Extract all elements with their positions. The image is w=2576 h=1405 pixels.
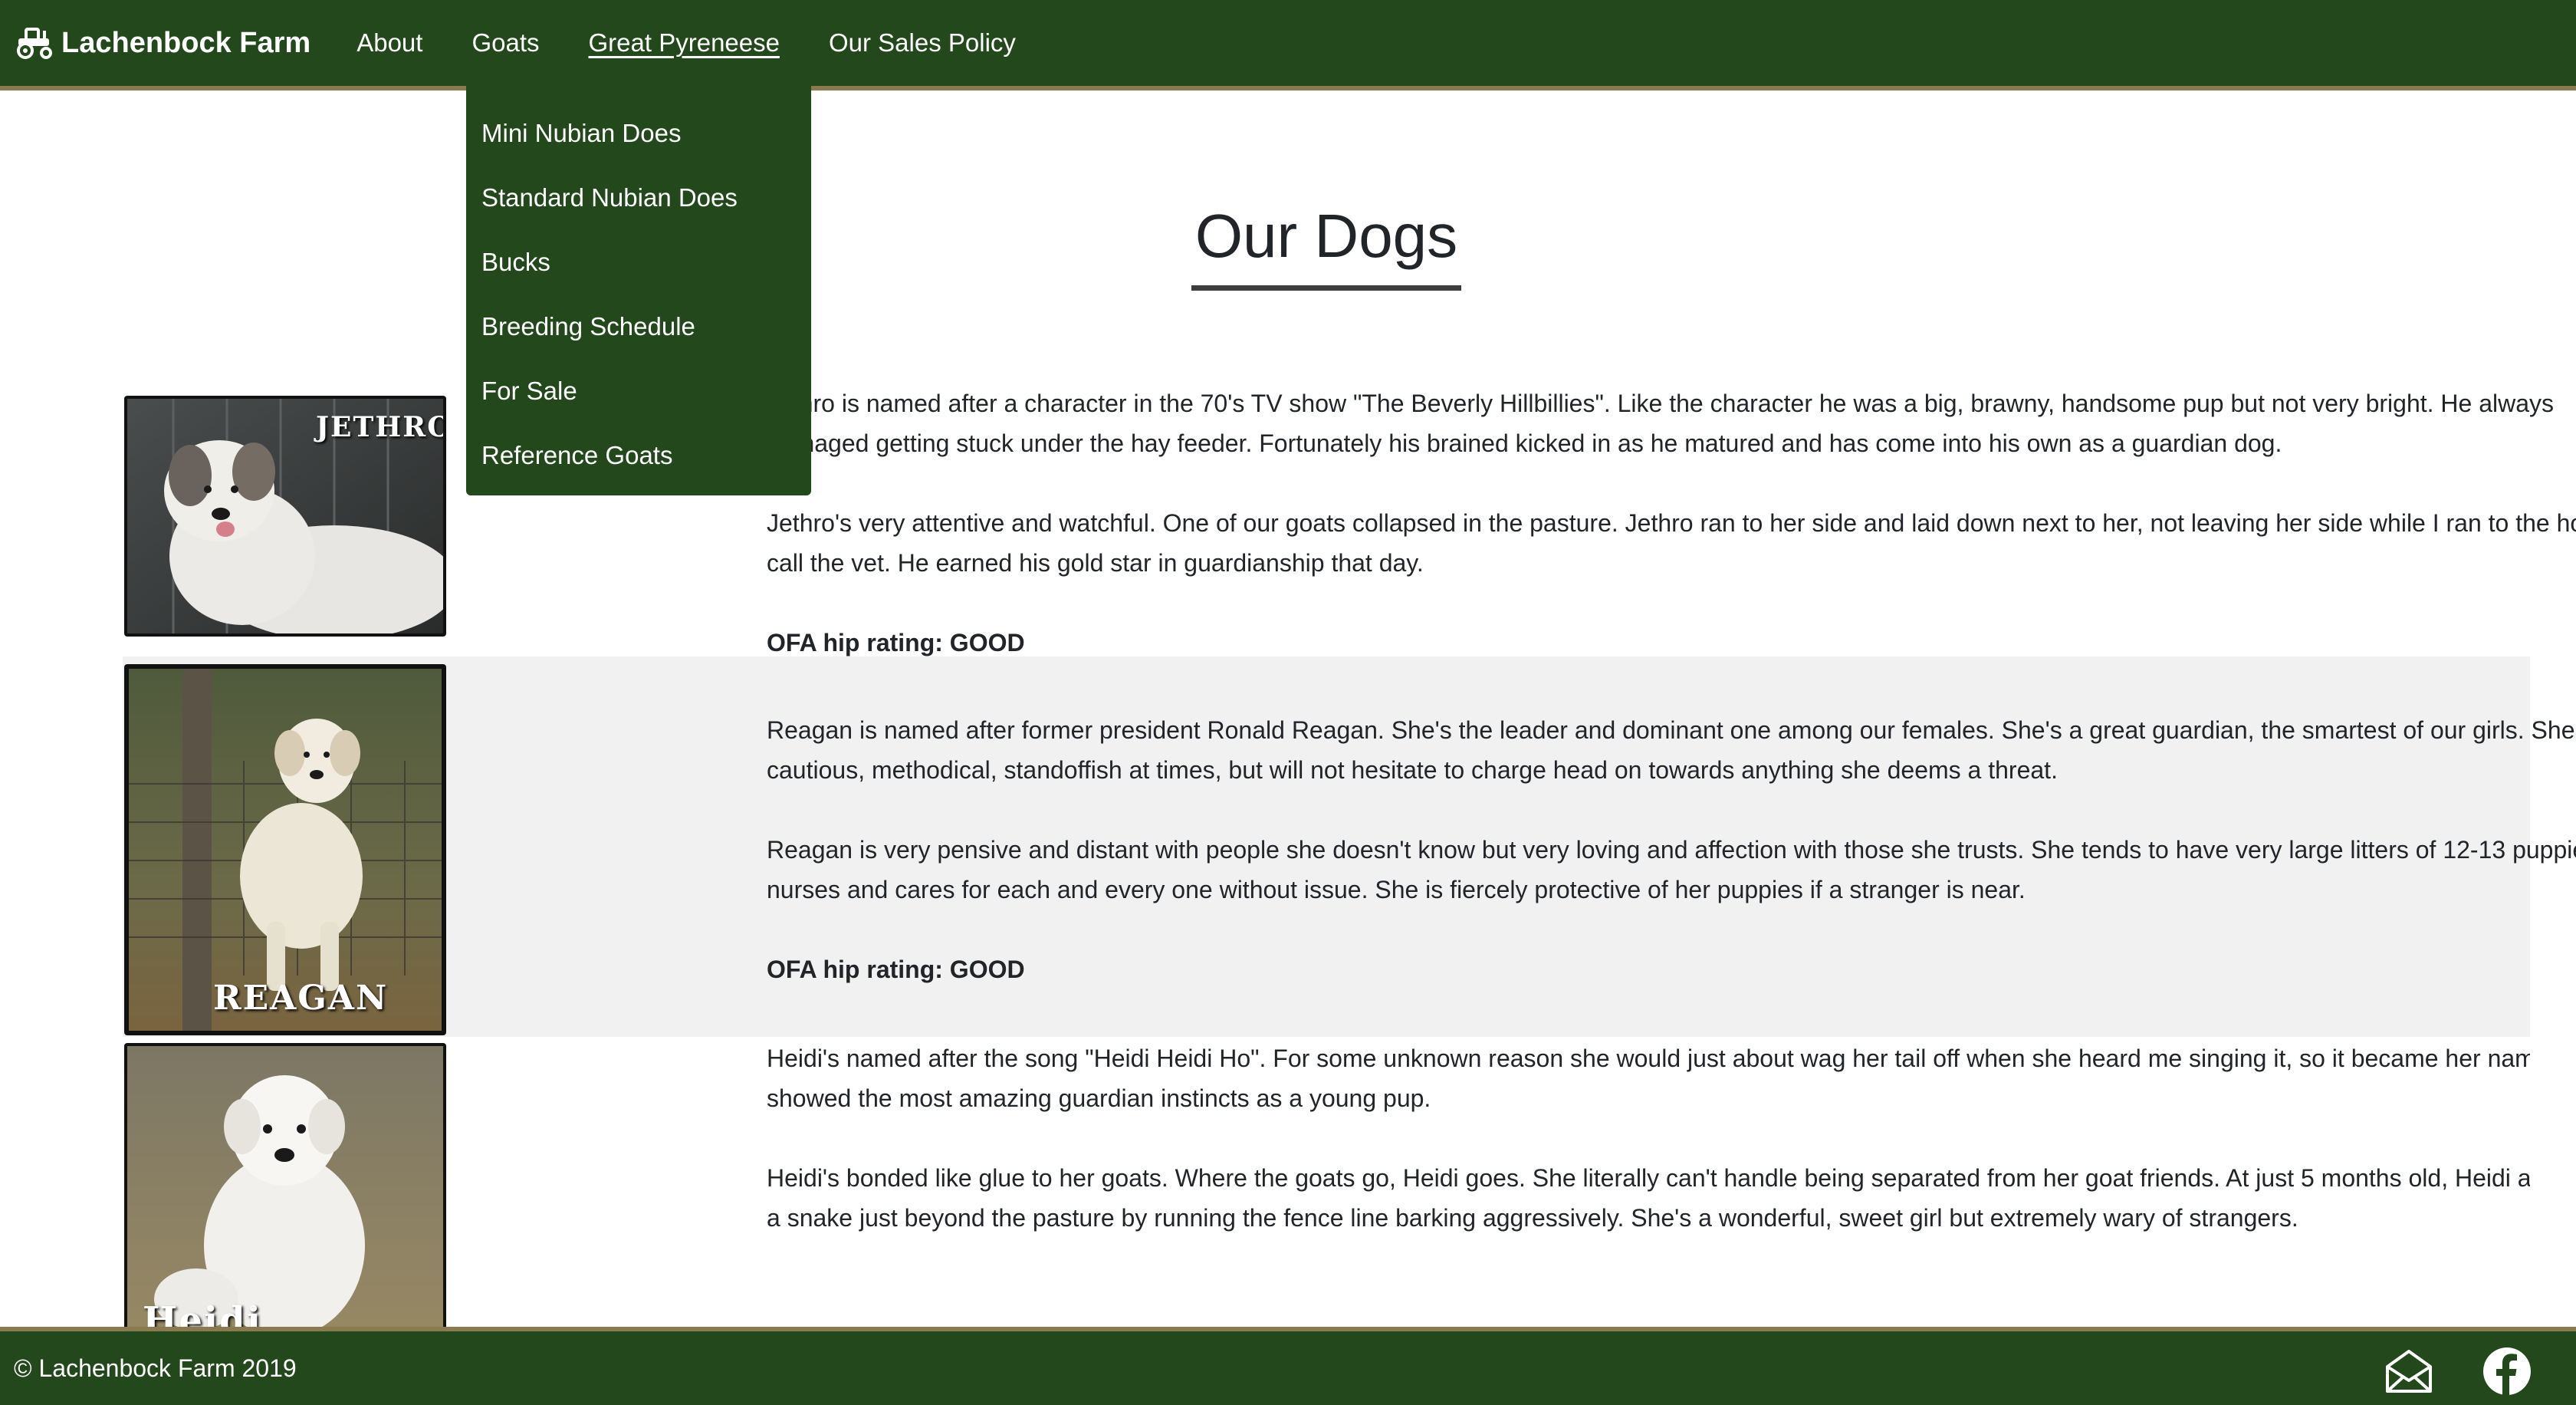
photo-label-jethro: JETHRO	[316, 411, 446, 443]
dog-paragraph: Heidi's bonded like glue to her goats. W…	[767, 1164, 2530, 1232]
dropdown-item-for-sale[interactable]: For Sale	[466, 359, 811, 423]
nav-links: About Goats Great Pyreneese Our Sales Po…	[332, 0, 1040, 88]
brand-link[interactable]: Lachenbock Farm	[15, 26, 310, 60]
dog-paragraph: Reagan is very pensive and distant with …	[767, 836, 2576, 903]
dog-photo-reagan: REAGAN	[124, 664, 446, 1035]
dog-description-reagan: Reagan is named after former president R…	[767, 710, 2576, 989]
navbar: Lachenbock Farm About Goats Great Pyrene…	[0, 0, 2576, 90]
dropdown-item-bucks[interactable]: Bucks	[466, 230, 811, 294]
dog-description-jethro: Jethro is named after a character in the…	[767, 383, 2576, 663]
brand-name: Lachenbock Farm	[61, 26, 311, 59]
dog-description-heidi: Heidi's named after the song "Heidi Heid…	[767, 1038, 2530, 1278]
nav-link-great-pyreneese[interactable]: Great Pyreneese	[589, 0, 780, 88]
facebook-icon[interactable]	[2481, 1345, 2533, 1397]
dropdown-item-mini-nubian-does[interactable]: Mini Nubian Does	[466, 101, 811, 166]
dropdown-item-reference-goats[interactable]: Reference Goats	[466, 423, 811, 488]
photo-label-reagan: REAGAN	[213, 979, 389, 1018]
page-title: Our Dogs	[1194, 202, 1458, 270]
dog-row-heidi: Heidi Heidi's named after the song "Heid…	[123, 1037, 2530, 1327]
footer-icons	[2337, 1345, 2533, 1397]
dog-row-reagan: REAGAN Reagan is named after former pres…	[123, 656, 2576, 1037]
footer: © Lachenbock Farm 2019	[0, 1327, 2576, 1405]
dog-photo-heidi: Heidi	[124, 1043, 446, 1327]
title-underline	[1191, 285, 1461, 291]
dropdown-item-standard-nubian-does[interactable]: Standard Nubian Does	[466, 166, 811, 230]
photo-label-heidi: Heidi	[143, 1299, 262, 1327]
nav-link-goats[interactable]: Goats	[472, 0, 539, 88]
dog-paragraph: Jethro's very attentive and watchful. On…	[767, 509, 2576, 577]
hip-rating: OFA hip rating: GOOD	[767, 956, 1025, 983]
dog-paragraph: Heidi's named after the song "Heidi Heid…	[767, 1045, 2530, 1112]
dog-paragraph: Reagan is named after former president R…	[767, 716, 2576, 784]
copyright-text: © Lachenbock Farm 2019	[14, 1354, 297, 1382]
nav-link-sales-policy[interactable]: Our Sales Policy	[829, 0, 1016, 88]
dropdown-item-breeding-schedule[interactable]: Breeding Schedule	[466, 294, 811, 359]
tractor-icon	[15, 26, 54, 60]
goats-dropdown-menu: Mini Nubian Does Standard Nubian Does Bu…	[466, 86, 811, 495]
nav-link-about[interactable]: About	[356, 0, 422, 88]
dog-photo-jethro: JETHRO	[124, 396, 446, 637]
dog-paragraph: Jethro is named after a character in the…	[767, 390, 2555, 457]
mail-icon[interactable]	[2383, 1345, 2435, 1397]
